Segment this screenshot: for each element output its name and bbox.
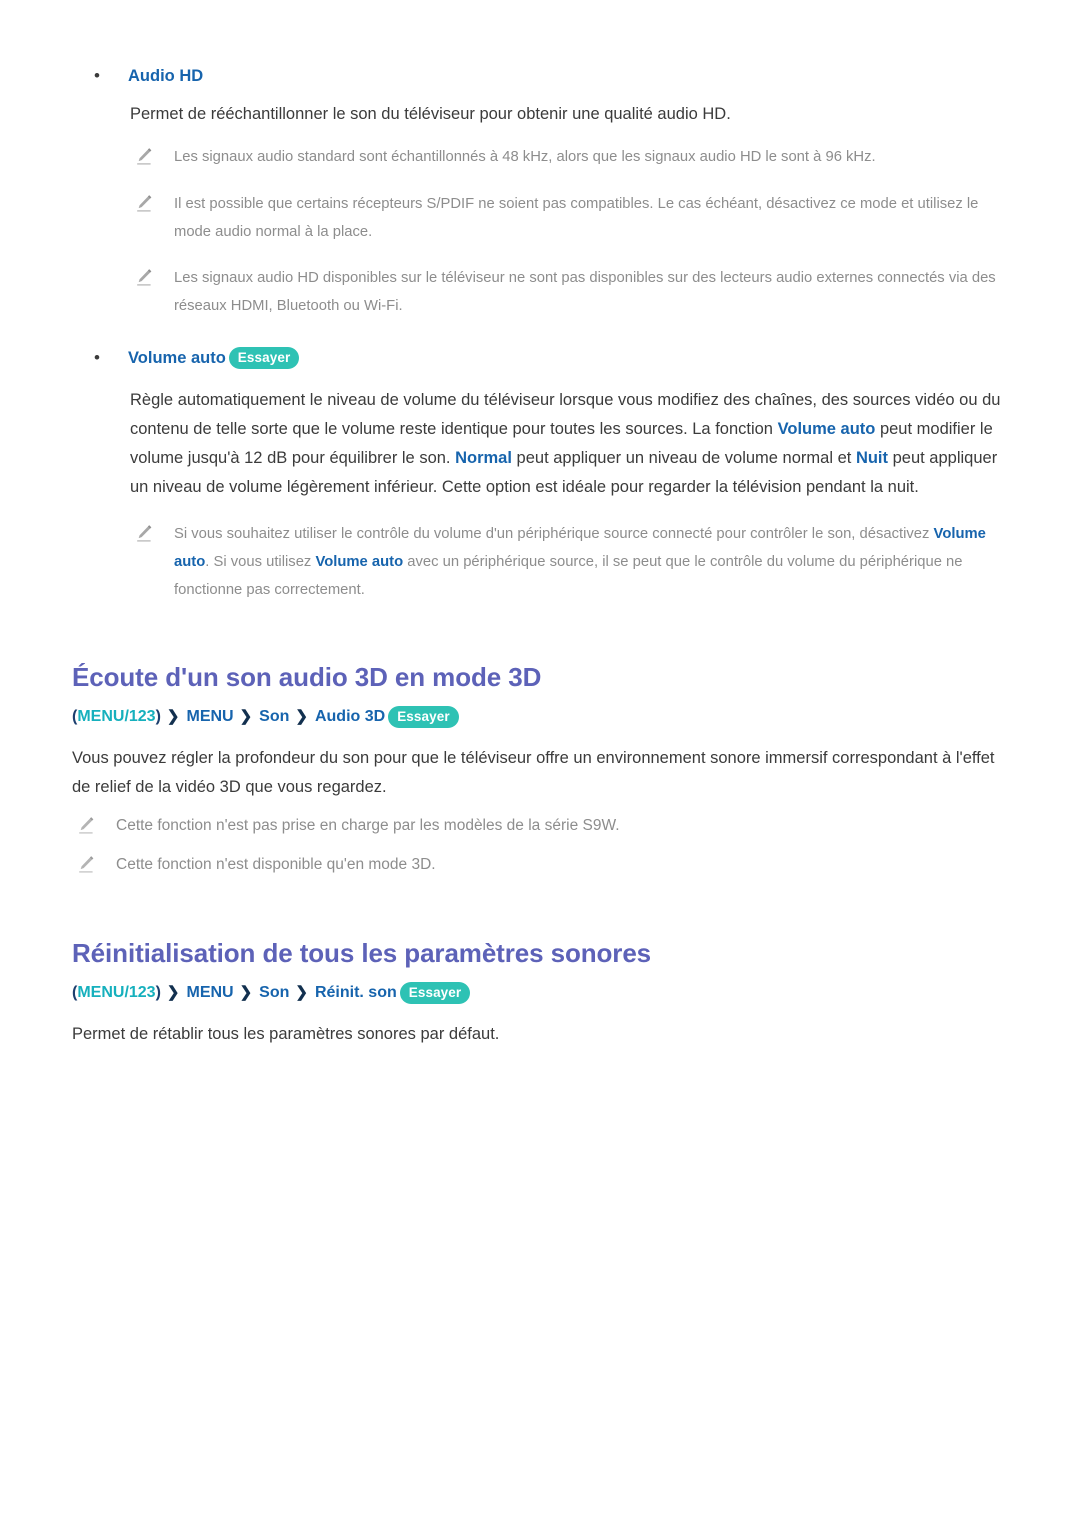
chevron-right-icon: ❯ [166,708,180,725]
breadcrumb-sound-reset: (MENU/123) ❯ MENU ❯ Son ❯ Réinit. son Es… [72,980,1008,1006]
breadcrumb-item-son[interactable]: Son [259,980,289,1006]
breadcrumb-item-reinit-son[interactable]: Réinit. son [315,980,397,1006]
breadcrumb-3d-audio: (MENU/123) ❯ MENU ❯ Son ❯ Audio 3D Essay… [72,704,1008,730]
list-item-label-text: Volume auto [128,349,226,367]
note-text: Il est possible que certains récepteurs … [174,196,979,240]
inline-term-volume-auto: Volume auto [315,554,404,570]
pencil-note-icon [72,854,116,880]
chevron-right-icon: ❯ [239,708,253,725]
list-item-volume-auto: Volume auto Essayer [72,344,1008,372]
breadcrumb-item-menu[interactable]: MENU [186,704,233,730]
pencil-note-icon [130,146,174,172]
essayer-badge[interactable]: Essayer [399,981,471,1005]
note-text: Si vous souhaitez utiliser le contrôle d… [174,520,1008,604]
page-title-3d-audio: Écoute d'un son audio 3D en mode 3D [72,662,542,692]
bullet-dot-icon [72,344,98,372]
note-text: Les signaux audio standard sont échantil… [174,149,876,165]
chevron-right-icon: ❯ [166,984,180,1001]
section-3d-paragraph: Vous pouvez régler la profondeur du son … [72,749,995,796]
audio-hd-description: Permet de rééchantillonner le son du tél… [130,105,731,123]
breadcrumb-key-menu123: MENU/123 [77,984,156,1001]
essayer-badge[interactable]: Essayer [388,705,459,729]
inline-term-nuit: Nuit [855,449,889,467]
note-row: Les signaux audio standard sont échantil… [72,143,1008,172]
inline-term-volume-auto: Volume auto [777,420,876,438]
note-text: Cette fonction n'est disponible qu'en mo… [116,856,436,873]
breadcrumb-item-son[interactable]: Son [259,704,289,730]
list-item-audio-hd: Audio HD [72,62,1008,90]
note-row: Cette fonction n'est disponible qu'en mo… [72,851,1008,880]
note-row: Il est possible que certains récepteurs … [72,190,1008,246]
chevron-right-icon: ❯ [295,984,308,1001]
chevron-right-icon: ❯ [239,984,253,1001]
paragraph-part: peut appliquer un niveau de volume norma… [511,449,856,467]
note-row: Cette fonction n'est pas prise en charge… [72,812,1008,841]
note-part: Si vous souhaitez utiliser le contrôle d… [174,526,934,542]
bullet-dot-icon [72,62,98,90]
volume-auto-paragraph: Règle automatiquement le niveau de volum… [130,386,1008,502]
breadcrumb-item-menu[interactable]: MENU [186,980,233,1006]
chevron-right-icon: ❯ [295,708,308,725]
essayer-badge[interactable]: Essayer [228,346,300,370]
list-item-label: Volume auto Essayer [98,344,300,372]
inline-term-normal: Normal [455,449,512,467]
section-reset-paragraph: Permet de rétablir tous les paramètres s… [72,1025,500,1043]
note-part: . Si vous utilisez [205,554,316,570]
note-row: Si vous souhaitez utiliser le contrôle d… [72,520,1008,604]
page-title-sound-reset: Réinitialisation de tous les paramètres … [72,938,652,968]
pencil-note-icon [130,193,174,219]
pencil-note-icon [130,267,174,293]
pencil-note-icon [72,815,116,841]
breadcrumb-item-audio-3d[interactable]: Audio 3D [315,704,385,730]
note-row: Les signaux audio HD disponibles sur le … [72,264,1008,320]
pencil-note-icon [130,523,174,549]
note-text: Cette fonction n'est pas prise en charge… [116,817,620,834]
list-item-label: Audio HD [128,67,204,85]
document-page: Audio HD Permet de rééchantillonner le s… [0,0,1080,1527]
note-text: Les signaux audio HD disponibles sur le … [174,270,996,314]
breadcrumb-key-menu123: MENU/123 [77,708,156,725]
